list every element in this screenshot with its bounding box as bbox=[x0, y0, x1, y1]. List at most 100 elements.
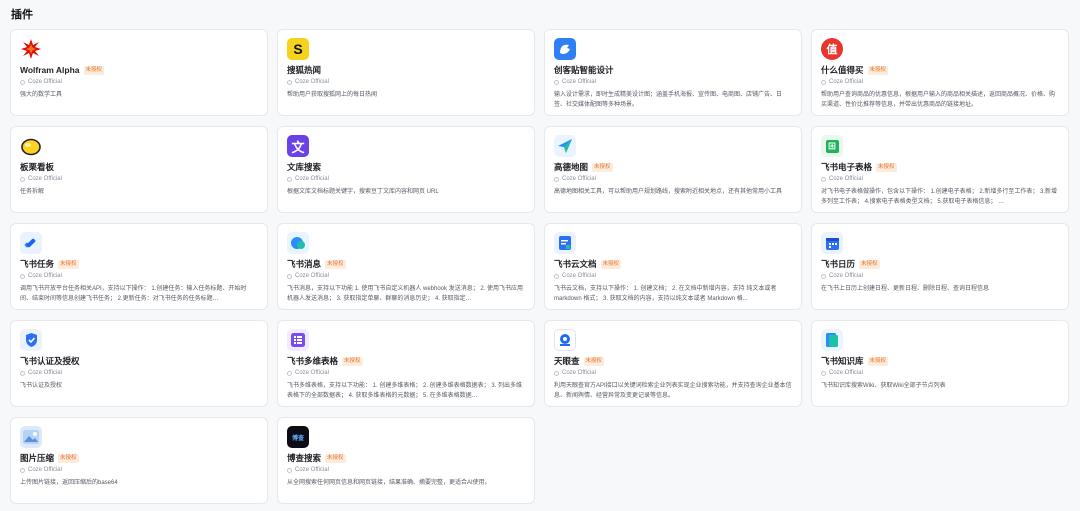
plugin-name: 板栗看板 bbox=[20, 162, 55, 172]
plugin-author-row: Coze Official bbox=[287, 77, 525, 87]
plugin-author-row: Coze Official bbox=[821, 368, 1059, 378]
plugin-author-row: Coze Official bbox=[287, 368, 525, 378]
plugin-author: Coze Official bbox=[829, 176, 863, 182]
unauthorized-badge: 未授权 bbox=[867, 356, 889, 366]
plugin-name: 创客贴智能设计 bbox=[554, 65, 614, 75]
plugin-card[interactable]: 飞书知识库 未授权 Coze Official 飞书知识库搜索Wiki、获取Wik… bbox=[811, 320, 1069, 407]
author-avatar-icon bbox=[821, 79, 826, 85]
plugin-card[interactable]: 飞书任务 未授权 Coze Official 调用飞书开放平台任务相关API，支持… bbox=[10, 223, 268, 310]
sohu-logo-icon: S bbox=[287, 38, 525, 60]
plugin-author-row: Coze Official bbox=[821, 174, 1059, 184]
plugin-name-row: 什么值得买 未授权 bbox=[821, 64, 1059, 76]
plugin-name: 什么值得买 bbox=[821, 65, 864, 75]
unauthorized-badge: 未授权 bbox=[876, 162, 897, 172]
author-avatar-icon bbox=[287, 79, 292, 85]
plugin-card[interactable]: ⊞ 飞书电子表格 未授权 Coze Official 对飞书电子表格做操作，包含以… bbox=[811, 126, 1069, 213]
plugin-card[interactable]: 天眼查 未授权 Coze Official 利用天眼查官方API接口以关键词检索企… bbox=[544, 320, 802, 407]
banli-logo-icon bbox=[20, 135, 258, 157]
plugin-card[interactable]: 板栗看板 Coze Official 任务拆解 bbox=[10, 126, 268, 213]
image-compress-icon bbox=[20, 426, 258, 448]
plugin-card[interactable]: S 搜狐热闻 Coze Official 帮助用户获取搜狐网上的每日热闻 bbox=[277, 29, 535, 116]
plugin-card[interactable]: 图片压缩 未授权 Coze Official 上传图片链接，返回压缩后的base6… bbox=[10, 417, 268, 504]
plugin-card[interactable]: 高德地图 未授权 Coze Official 高德地图相关工具，可以帮助用户规划路… bbox=[544, 126, 802, 213]
plugin-author-row: Coze Official bbox=[287, 174, 525, 184]
plugin-description: 飞书认证及授权 bbox=[20, 383, 63, 389]
plugin-card[interactable]: 文 文库搜索 Coze Official 根据文库文档标题关键字，搜索豆丁文库内… bbox=[277, 126, 535, 213]
plugin-author: Coze Official bbox=[295, 273, 329, 279]
smzdm-logo-icon: 值 bbox=[821, 38, 1059, 60]
plugin-card[interactable]: 飞书云文档 未授权 Coze Official 飞书云文档，支持以下操作： 1. … bbox=[544, 223, 802, 310]
plugin-author: Coze Official bbox=[28, 273, 62, 279]
plugin-description: 飞书知识库搜索Wiki、获取Wiki全部子节点列表 bbox=[821, 383, 946, 389]
plugin-name: 飞书云文档 bbox=[554, 259, 597, 269]
plugin-card[interactable]: 飞书多维表格 未授权 Coze Official 飞书多维表格，支持以下功能： 1… bbox=[277, 320, 535, 407]
bocha-logo-icon: 博查 bbox=[287, 426, 525, 448]
feishu-bitable-icon bbox=[287, 329, 525, 351]
plugin-card[interactable]: 飞书消息 未授权 Coze Official 飞书消息，支持以下功能 1. 使用飞… bbox=[277, 223, 535, 310]
plugin-name-row: 飞书云文档 未授权 bbox=[554, 258, 792, 270]
plugin-description: 调用飞书开放平台任务相关API，支持以下操作： 1.创建任务：输入任务标题、开始… bbox=[20, 286, 247, 302]
plugin-card[interactable]: 飞书日历 未授权 Coze Official 在飞书上日历上创建日程、更新日程、删… bbox=[811, 223, 1069, 310]
plugin-author-row: Coze Official bbox=[20, 368, 258, 378]
plugin-description: 对飞书电子表格做操作，包含以下操作： 1.创建电子表格； 2.新增多行至工作表；… bbox=[821, 189, 1058, 205]
plugin-description: 根据文库文档标题关键字，搜索豆丁文库内容和网页 URL bbox=[287, 189, 439, 195]
plugin-author: Coze Official bbox=[28, 467, 62, 473]
plugin-card[interactable]: Wolfram Alpha 未授权 Coze Official 强大的数学工具 bbox=[10, 29, 268, 116]
plugin-description: 在飞书上日历上创建日程、更新日程、删除日程、查询日程信息 bbox=[821, 286, 990, 292]
plugin-author: Coze Official bbox=[28, 176, 62, 182]
plugin-description: 高德地图相关工具，可以帮助用户规划路线，搜索附近相关地点，还有其他常用小工具 bbox=[554, 189, 783, 195]
unauthorized-badge: 未授权 bbox=[58, 259, 79, 269]
plugin-name-row: 飞书任务 未授权 bbox=[20, 258, 258, 270]
author-avatar-icon bbox=[821, 370, 826, 376]
plugin-author: Coze Official bbox=[829, 79, 863, 85]
unauthorized-badge: 未授权 bbox=[859, 259, 880, 269]
plugin-name: 飞书知识库 bbox=[821, 356, 864, 366]
plugin-author: Coze Official bbox=[295, 79, 329, 85]
plugin-card[interactable]: 博查 博查搜索 未授权 Coze Official 从全网搜索任何网页信息和网页链… bbox=[277, 417, 535, 504]
plugin-name: 高德地图 bbox=[554, 162, 589, 172]
author-avatar-icon bbox=[20, 79, 25, 85]
plugin-name: 飞书日历 bbox=[821, 259, 856, 269]
author-avatar-icon bbox=[821, 273, 826, 279]
plugin-card[interactable]: 值 什么值得买 未授权 Coze Official 帮助用户查询商品的优惠信息，根… bbox=[811, 29, 1069, 116]
plugin-description: 飞书云文档，支持以下操作： 1. 创建文档； 2. 在文档中新增内容，支持 纯文… bbox=[554, 286, 777, 302]
plugin-description: 飞书多维表格，支持以下功能： 1. 创建多维表格； 2. 创建多维表格数据表； … bbox=[287, 383, 523, 399]
author-avatar-icon bbox=[554, 273, 559, 279]
plugin-description: 输入设计需求，即时生成精美设计图；涵盖手机海报、宣传图、电商图、店铺广告、日签、… bbox=[554, 92, 783, 108]
plugin-author-row: Coze Official bbox=[287, 271, 525, 281]
feishu-message-icon bbox=[287, 232, 525, 254]
unauthorized-badge: 未授权 bbox=[342, 356, 363, 366]
plugin-author-row: Coze Official bbox=[20, 77, 258, 87]
plugin-description: 从全网搜索任何网页信息和网页链接，结果准确、摘要完整，更适合AI使用。 bbox=[287, 480, 491, 486]
unauthorized-badge: 未授权 bbox=[325, 453, 346, 463]
plugin-author-row: Coze Official bbox=[20, 465, 258, 475]
feishu-task-icon bbox=[20, 232, 258, 254]
plugin-name-row: 飞书日历 未授权 bbox=[821, 258, 1059, 270]
unauthorized-badge: 未授权 bbox=[592, 162, 613, 172]
plugin-description: 帮助用户获取搜狐网上的每日热闻 bbox=[287, 92, 378, 98]
author-avatar-icon bbox=[287, 176, 292, 182]
plugin-name: Wolfram Alpha bbox=[20, 65, 80, 75]
plugin-author: Coze Official bbox=[28, 370, 62, 376]
tianyancha-logo-icon bbox=[554, 329, 792, 351]
plugin-name-row: 图片压缩 未授权 bbox=[20, 452, 258, 464]
plugin-description: 利用天眼查官方API接口以关键词检索企业列表实现企业搜索功能，并支持查询企业基本… bbox=[554, 383, 792, 399]
plugin-name: 飞书任务 bbox=[20, 259, 55, 269]
plugin-card[interactable]: 创客贴智能设计 Coze Official 输入设计需求，即时生成精美设计图；涵… bbox=[544, 29, 802, 116]
plugin-name: 飞书消息 bbox=[287, 259, 322, 269]
plugin-description: 强大的数学工具 bbox=[20, 92, 63, 98]
plugin-author-row: Coze Official bbox=[287, 465, 525, 475]
feishu-calendar-icon bbox=[821, 232, 1059, 254]
plugin-author-row: Coze Official bbox=[554, 77, 792, 87]
plugin-name: 图片压缩 bbox=[20, 453, 55, 463]
plugin-author-row: Coze Official bbox=[821, 77, 1059, 87]
author-avatar-icon bbox=[20, 467, 25, 473]
plugin-author: Coze Official bbox=[829, 370, 863, 376]
plugin-name: 博查搜索 bbox=[287, 453, 322, 463]
plugin-author: Coze Official bbox=[295, 370, 329, 376]
unauthorized-badge: 未授权 bbox=[58, 453, 79, 463]
plugin-card[interactable]: 飞书认证及授权 Coze Official 飞书认证及授权 bbox=[10, 320, 268, 407]
plugin-author-row: Coze Official bbox=[821, 271, 1059, 281]
plugin-author-row: Coze Official bbox=[20, 271, 258, 281]
plugin-name-row: 天眼查 未授权 bbox=[554, 355, 792, 367]
